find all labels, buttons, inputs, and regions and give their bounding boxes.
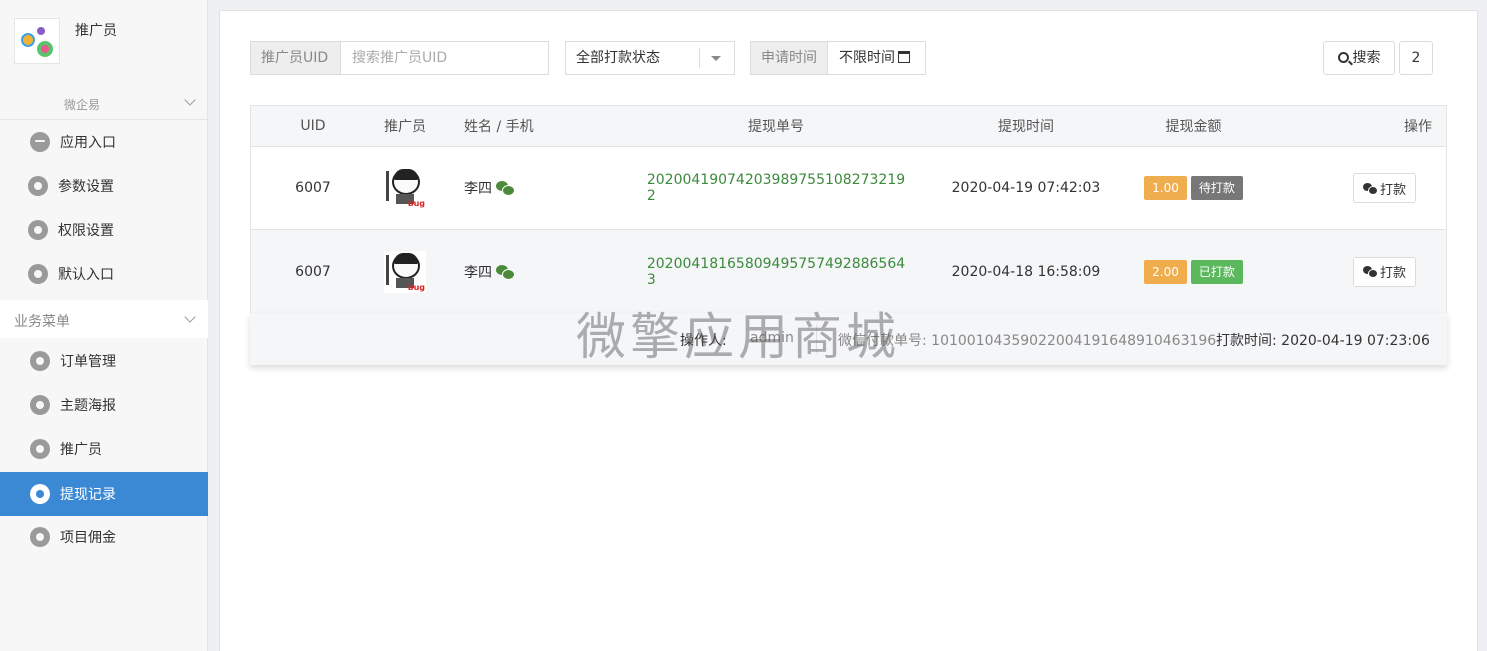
row-order-no: 20200418165809495757492886564​3 bbox=[647, 230, 905, 313]
sidebar-item-label: 主题海报 bbox=[60, 398, 116, 414]
sidebar-item-label: 项目佣金 bbox=[60, 530, 116, 546]
business-group-header[interactable]: 业务菜单 bbox=[0, 300, 208, 338]
payment-detail-popover: 操作人: admin 微信付款单号: 101001043590220041916… bbox=[250, 313, 1447, 365]
chevron-down-icon bbox=[184, 94, 196, 106]
sidebar-item-withdrawals[interactable]: 提现记录 bbox=[0, 472, 208, 516]
wechat-payment-no: 微信付款单号: 1010010435902200419164891046319​… bbox=[838, 333, 1217, 349]
avatar: bug bbox=[384, 167, 426, 209]
wx-group-header[interactable]: 微企易 bbox=[0, 88, 208, 120]
header-name: 姓名 / 手机 bbox=[464, 119, 534, 135]
gear-icon bbox=[30, 395, 50, 415]
time-addon: 申请时间 bbox=[750, 41, 828, 75]
gear-icon bbox=[28, 220, 48, 240]
row-name: 李四 bbox=[464, 147, 644, 229]
search-button[interactable]: 搜索 bbox=[1323, 41, 1395, 75]
gear-icon bbox=[30, 439, 50, 459]
business-group-label: 业务菜单 bbox=[14, 314, 70, 330]
caret-down-icon bbox=[711, 56, 721, 61]
row-action: 打款 bbox=[1311, 147, 1446, 229]
brand: 推广员 bbox=[0, 0, 208, 88]
avatar-cell: bug bbox=[375, 230, 435, 313]
table-row: 6007 bug 李四 2020041907420398975510827321… bbox=[251, 147, 1446, 230]
sidebar-item-label: 权限设置 bbox=[58, 223, 114, 239]
operator-label: 操作人: bbox=[680, 333, 727, 349]
pay-button-label: 打款 bbox=[1379, 266, 1406, 281]
row-time: 2020-04-18 16:58:09 bbox=[951, 263, 1101, 280]
uid-addon: 推广员UID bbox=[250, 41, 341, 75]
wechat-icon bbox=[1362, 266, 1378, 278]
payment-time: 打款时间: 2020-04-19 07:23:06 bbox=[1216, 333, 1430, 349]
sidebar-item-label: 推广员 bbox=[60, 442, 102, 458]
table-row: 6007 bug 李四 2020041816580949575749288656… bbox=[251, 230, 1446, 313]
sidebar-item-permissions[interactable]: 权限设置 bbox=[0, 208, 208, 252]
header-action: 操作 bbox=[1404, 119, 1432, 135]
gear-icon bbox=[30, 527, 50, 547]
header-amount: 提现金额 bbox=[1165, 119, 1222, 135]
sidebar-item-default-entry[interactable]: 默认入口 bbox=[0, 252, 208, 296]
row-amount: 2.00 已打款 bbox=[1131, 230, 1256, 313]
row-amount: 1.00 待打款 bbox=[1131, 147, 1256, 229]
row-uid: 6007 bbox=[295, 180, 331, 196]
sidebar: 推广员 微企易 应用入口 参数设置 权限设置 默认入口 业务菜单 订单管理 主题… bbox=[0, 0, 208, 651]
sidebar-item-label: 订单管理 bbox=[60, 354, 116, 370]
wechat-icon bbox=[496, 264, 515, 280]
brand-name: 推广员 bbox=[75, 23, 117, 39]
main-panel: 推广员UID 搜索推广员UID 全部打款状态 申请时间 不限时间 搜索 2 UI… bbox=[219, 10, 1478, 651]
sidebar-item-posters[interactable]: 主题海报 bbox=[0, 383, 208, 427]
header-time: 提现时间 bbox=[998, 119, 1054, 135]
gear-icon bbox=[30, 351, 50, 371]
row-order-no: 20200419074203989755108273219​2 bbox=[647, 147, 905, 229]
order-no-text: 20200418165809495757492886564​3 bbox=[646, 255, 906, 288]
row-action: 打款 bbox=[1311, 230, 1446, 313]
status-badge: 待打款 bbox=[1190, 176, 1243, 200]
pay-button[interactable]: 打款 bbox=[1353, 173, 1416, 203]
sidebar-item-label: 默认入口 bbox=[58, 267, 114, 283]
wechat-icon bbox=[496, 181, 515, 196]
row-name: 李四 bbox=[464, 230, 644, 313]
status-badge: 已打款 bbox=[1190, 259, 1243, 284]
header-promoter: 推广员 bbox=[384, 119, 426, 135]
row-time: 2020-04-19 07:42:03 bbox=[951, 180, 1101, 196]
search-icon bbox=[1337, 52, 1349, 63]
amount-badge: 2.00 bbox=[1144, 259, 1187, 284]
sidebar-item-promoters[interactable]: 推广员 bbox=[0, 427, 208, 471]
time-range-picker[interactable]: 不限时间 bbox=[827, 41, 926, 75]
calendar-icon bbox=[898, 51, 910, 63]
gear-icon bbox=[30, 484, 50, 504]
wechat-icon bbox=[1362, 182, 1378, 195]
sidebar-item-label: 提现记录 bbox=[60, 487, 116, 503]
row-uid: 6007 bbox=[295, 263, 331, 280]
avatar: bug bbox=[384, 250, 426, 293]
row-name-text: 李四 bbox=[464, 181, 492, 197]
search-button-label: 搜索 bbox=[1352, 50, 1381, 66]
pay-button-label: 打款 bbox=[1379, 182, 1406, 198]
header-uid: UID bbox=[300, 118, 326, 134]
time-range-value: 不限时间 bbox=[839, 50, 895, 66]
sidebar-item-commission[interactable]: 项目佣金 bbox=[0, 515, 208, 559]
sidebar-item-label: 应用入口 bbox=[60, 135, 116, 151]
header-order-no: 提现单号 bbox=[748, 119, 804, 135]
gear-icon bbox=[28, 264, 48, 284]
status-select[interactable]: 全部打款状态 bbox=[565, 41, 735, 75]
uid-search-input[interactable]: 搜索推广员UID bbox=[340, 41, 549, 75]
pay-button[interactable]: 打款 bbox=[1353, 256, 1416, 287]
sidebar-item-params[interactable]: 参数设置 bbox=[0, 164, 208, 208]
sidebar-item-app-entry[interactable]: 应用入口 bbox=[0, 120, 208, 164]
table-header: UID 推广员 姓名 / 手机 提现单号 提现时间 提现金额 操作 bbox=[251, 106, 1446, 147]
wx-group-label: 微企易 bbox=[64, 98, 101, 112]
row-name-text: 李四 bbox=[464, 264, 492, 281]
chat-bubble-icon bbox=[30, 132, 50, 152]
operator-value: admin bbox=[750, 330, 794, 346]
amount-badge: 1.00 bbox=[1144, 176, 1187, 200]
chevron-down-icon bbox=[184, 311, 196, 323]
sidebar-item-label: 参数设置 bbox=[58, 179, 114, 195]
gear-icon bbox=[28, 176, 48, 196]
status-select-value: 全部打款状态 bbox=[576, 50, 660, 66]
app-logo bbox=[14, 18, 60, 64]
sidebar-item-orders[interactable]: 订单管理 bbox=[0, 339, 208, 383]
avatar-cell: bug bbox=[375, 147, 435, 229]
result-count: 2 bbox=[1399, 41, 1433, 75]
order-no-text: 20200419074203989755108273219​2 bbox=[646, 172, 906, 204]
withdrawal-table: UID 推广员 姓名 / 手机 提现单号 提现时间 提现金额 操作 6007 b… bbox=[250, 105, 1447, 314]
